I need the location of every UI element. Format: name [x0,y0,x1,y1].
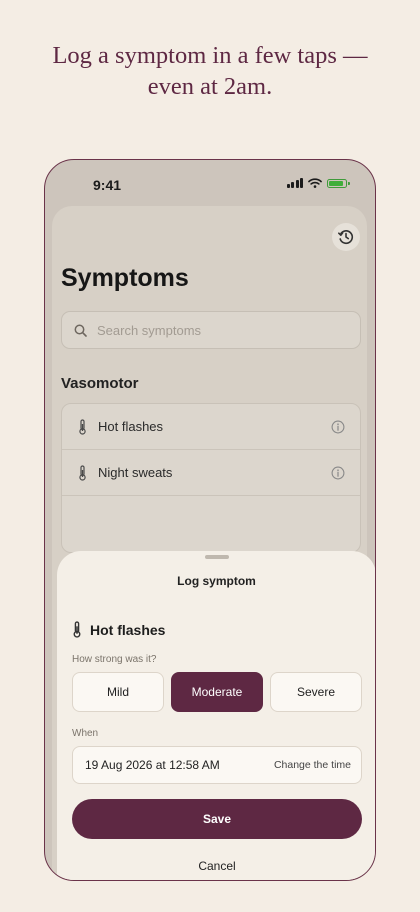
sheet-title: Log symptom [177,574,256,588]
list-item-label: Night sweats [98,465,173,480]
list-item-night-sweats[interactable]: Night sweats [62,450,360,496]
date-time-value: 19 Aug 2026 at 12:58 AM [85,758,220,772]
severity-mild-button[interactable]: Mild [72,672,164,712]
cellular-signal-icon [286,178,303,188]
severity-severe-button[interactable]: Severe [270,672,362,712]
date-time-row: 19 Aug 2026 at 12:58 AM Change the time [72,746,362,784]
list-item-label: Hot flashes [98,419,164,434]
search-input[interactable] [95,321,339,339]
history-icon [338,230,354,245]
info-icon[interactable] [331,466,345,480]
headline-line-2: even at 2am. [147,73,273,100]
status-bar: 9:41 [45,160,375,208]
symptoms-screen: Symptoms Vasomotor Hot flashes [52,206,375,880]
info-icon[interactable] [331,420,345,434]
when-label: When [72,728,99,739]
page-title: Symptoms [61,264,189,292]
list-item-hot-flashes[interactable]: Hot flashes [62,404,360,450]
headline-line-1: Log a symptom in a few taps — [52,42,368,69]
severity-question: How strong was it? [72,654,157,665]
thermometer-icon [79,464,86,481]
sheet-grabber[interactable] [205,555,229,559]
selected-symptom: Hot flashes [72,621,165,638]
battery-icon [327,178,350,188]
history-button[interactable] [332,223,360,251]
search-icon [74,324,87,337]
log-symptom-sheet: Log symptom Hot flashes How strong was i… [57,551,375,880]
status-time: 9:41 [93,177,122,193]
wifi-icon [308,178,322,188]
cancel-button[interactable]: Cancel [167,854,267,878]
phone-frame: 9:41 Symptoms Search symptoms Vasomotor … [44,159,376,881]
symptom-list: Hot flashes Night sweats [61,403,361,553]
thermometer-icon [79,418,86,435]
selected-symptom-label: Hot flashes [90,621,166,638]
search-bar[interactable] [61,311,361,349]
status-icons [286,178,350,188]
headline: Log a symptom in a few taps — even at 2a… [0,40,420,102]
thermometer-icon [73,621,81,638]
section-title-vasomotor: Vasomotor [61,375,139,392]
change-time-button[interactable]: Change the time [274,759,351,771]
save-button[interactable]: Save [72,799,362,839]
severity-moderate-button[interactable]: Moderate [171,672,263,712]
